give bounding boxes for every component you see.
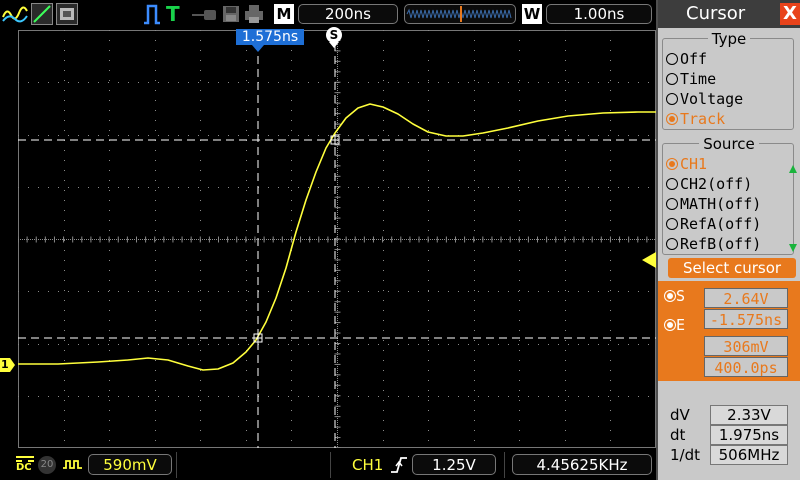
source-option-refa[interactable]: RefA(off) (666, 215, 761, 233)
cursor-s-voltage: 2.64V (704, 288, 788, 308)
cursor-e-selector[interactable]: E (664, 316, 685, 334)
channel-1-marker[interactable]: 1 (0, 357, 15, 372)
delay-value[interactable]: 1.00ns (546, 4, 652, 24)
inverse-dt-value: 506MHz (710, 445, 788, 465)
divider (504, 452, 505, 478)
divider (176, 452, 177, 478)
trigger-position-indicator: W (522, 4, 542, 24)
trigger-marker-pointer (329, 42, 339, 48)
invert-icon[interactable] (62, 456, 84, 474)
source-option-ch1[interactable]: CH1 (666, 155, 707, 173)
waveform-icon[interactable] (2, 3, 28, 25)
type-option-track[interactable]: Track (666, 110, 725, 128)
delta-v-label: dV (670, 406, 690, 424)
timebase-value[interactable]: 200ns (298, 4, 398, 24)
graticule (18, 30, 656, 448)
waveform-display[interactable] (18, 30, 656, 448)
run-state-icon[interactable] (142, 3, 162, 25)
trigger-marker-label: S (329, 28, 339, 42)
trigger-source[interactable]: CH1 (352, 456, 383, 474)
scroll-up-icon[interactable] (789, 165, 797, 173)
close-button[interactable]: X (780, 3, 800, 25)
type-option-voltage[interactable]: Voltage (666, 90, 743, 108)
type-group-title: Type (658, 30, 800, 48)
trigger-level-marker[interactable] (642, 252, 656, 268)
cursor-e-voltage: 306mV (704, 336, 788, 356)
source-option-refb[interactable]: RefB(off) (666, 235, 761, 253)
divider (330, 452, 331, 478)
memory-overview-bar[interactable] (404, 4, 516, 24)
cursor-time-pointer (252, 45, 264, 52)
trigger-level-value[interactable]: 1.25V (412, 454, 496, 475)
cursor-s-selector[interactable]: S (664, 287, 685, 305)
ramp-icon[interactable] (31, 3, 53, 25)
bandwidth-limit-label: 20 (40, 459, 54, 470)
select-cursor-header[interactable]: Select cursor (668, 258, 796, 278)
delta-t-value: 1.975ns (710, 425, 788, 445)
cursor-e-label: E (676, 316, 686, 334)
rising-edge-icon[interactable] (390, 456, 408, 474)
timebase-indicator: M (274, 4, 294, 24)
trigger-position-marker[interactable]: S (326, 27, 342, 43)
cursor-e-time: 400.0ps (704, 357, 788, 377)
channel-1-label: 1 (1, 358, 9, 371)
cursor-time-label: 1.575ns (236, 29, 304, 45)
trigger-state-indicator: T (166, 2, 180, 26)
source-option-math[interactable]: MATH(off) (666, 195, 761, 213)
top-status-bar: T M 200ns W 1.00ns (0, 0, 656, 30)
frequency-counter: 4.45625KHz (512, 454, 652, 475)
source-option-ch2[interactable]: CH2(off) (666, 175, 752, 193)
coupling-dc-icon[interactable]: DC (16, 456, 34, 474)
cursor-s-label: S (676, 287, 686, 305)
bandwidth-limit-icon[interactable]: 20 (38, 456, 56, 474)
type-option-time[interactable]: Time (666, 70, 716, 88)
inverse-dt-label: 1/dt (670, 446, 700, 464)
screenshot-icon[interactable] (56, 3, 78, 25)
bottom-status-bar: DC 20 590mV CH1 1.25V 4.45625KHz (0, 450, 656, 480)
delta-v-value: 2.33V (710, 405, 788, 425)
delta-t-label: dt (670, 426, 686, 444)
channel-scale-value[interactable]: 590mV (88, 454, 172, 475)
coupling-dc-label: DC (16, 462, 32, 473)
printer-icon[interactable] (244, 3, 264, 25)
type-option-off[interactable]: Off (666, 50, 707, 68)
scroll-down-icon[interactable] (789, 244, 797, 252)
source-group-title: Source (658, 135, 800, 153)
panel-title: Cursor (658, 0, 800, 28)
save-icon[interactable] (222, 3, 240, 25)
probe-icon (190, 3, 220, 25)
cursor-s-time: -1.575ns (704, 309, 788, 329)
